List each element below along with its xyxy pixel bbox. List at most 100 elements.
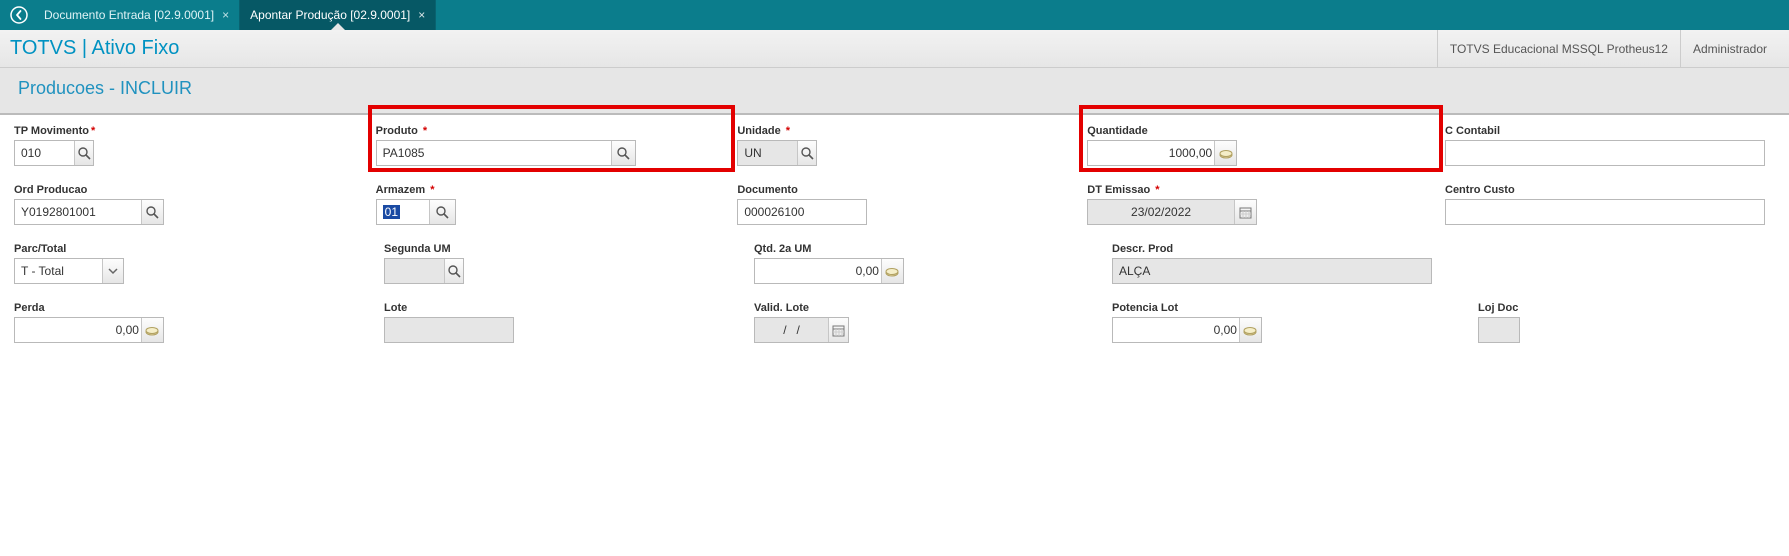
qtd-2a-um-calc-button[interactable] [881, 259, 903, 283]
parc-total-select[interactable] [15, 261, 102, 281]
qtd-2a-um-input-wrap [754, 258, 904, 284]
potencia-lot-input-wrap [1112, 317, 1262, 343]
parc-total-select-wrap [14, 258, 124, 284]
tp-movimento-input[interactable] [15, 143, 74, 163]
tp-movimento-search-button[interactable] [74, 141, 93, 165]
unidade-input-wrap [737, 140, 817, 166]
valid-lote-input-wrap [754, 317, 849, 343]
produto-input-wrap [376, 140, 636, 166]
search-icon [617, 147, 630, 160]
produto-highlight: Produto * [376, 125, 728, 166]
centro-custo-input-wrap [1445, 199, 1765, 225]
unidade-input [738, 143, 797, 163]
segunda-um-search-button[interactable] [444, 259, 463, 283]
label-valid-lote: Valid. Lote [754, 302, 1102, 314]
user-label: Administrador [1680, 30, 1779, 68]
chevron-down-icon [108, 266, 118, 276]
form-row-3: Parc/Total Segunda UM Qtd. 2a UM [14, 243, 1775, 284]
search-icon [448, 265, 461, 278]
tab-documento-entrada[interactable]: Documento Entrada [02.9.0001] × [34, 0, 240, 30]
descr-prod-input-wrap [1112, 258, 1432, 284]
close-icon[interactable]: × [222, 8, 229, 22]
calc-icon [1219, 147, 1233, 159]
label-armazem: Armazem * [376, 184, 728, 196]
tp-movimento-input-wrap [14, 140, 94, 166]
back-icon[interactable] [4, 0, 34, 30]
tab-apontar-producao[interactable]: Apontar Produção [02.9.0001] × [240, 0, 436, 30]
c-contabil-input[interactable] [1446, 143, 1764, 163]
close-icon[interactable]: × [418, 8, 425, 22]
form-row-1: TP Movimento* Produto * Unidade * [14, 125, 1775, 166]
quantidade-calc-button[interactable] [1214, 141, 1236, 165]
label-potencia-lot: Potencia Lot [1112, 302, 1468, 314]
top-tab-bar: Documento Entrada [02.9.0001] × Apontar … [0, 0, 1789, 30]
unidade-search-button[interactable] [797, 141, 816, 165]
search-icon [436, 206, 449, 219]
sub-header-right: TOTVS Educacional MSSQL Protheus12 Admin… [1437, 30, 1779, 68]
perda-input[interactable] [15, 320, 141, 340]
perda-input-wrap [14, 317, 164, 343]
produto-input[interactable] [377, 143, 611, 163]
segunda-um-input-wrap [384, 258, 464, 284]
label-segunda-um: Segunda UM [384, 243, 744, 255]
c-contabil-input-wrap [1445, 140, 1765, 166]
armazem-input-wrap: 01 [376, 199, 456, 225]
label-tp-movimento: TP Movimento* [14, 125, 366, 137]
centro-custo-input[interactable] [1446, 202, 1764, 222]
calc-icon [1243, 324, 1257, 336]
label-ord-producao: Ord Producao [14, 184, 366, 196]
calendar-icon [832, 324, 845, 337]
valid-lote-date-button[interactable] [828, 318, 848, 342]
armazem-input[interactable]: 01 [377, 202, 429, 222]
sub-header: TOTVS | Ativo Fixo TOTVS Educacional MSS… [0, 30, 1789, 68]
label-lote: Lote [384, 302, 744, 314]
dt-emissao-input-wrap [1087, 199, 1257, 225]
search-icon [146, 206, 159, 219]
perda-calc-button[interactable] [141, 318, 163, 342]
label-loj-doc: Loj Doc [1478, 302, 1765, 314]
calc-icon [885, 265, 899, 277]
label-unidade: Unidade * [737, 125, 1077, 137]
ord-producao-input[interactable] [15, 202, 141, 222]
search-icon [78, 147, 91, 160]
parc-total-dropdown-button[interactable] [102, 259, 123, 283]
label-dt-emissao: DT Emissao * [1087, 184, 1435, 196]
form: TP Movimento* Produto * Unidade * [0, 114, 1789, 371]
search-icon [801, 147, 814, 160]
page-title: Producoes - INCLUIR [18, 78, 1771, 99]
tab-label: Apontar Produção [02.9.0001] [250, 8, 410, 22]
label-qtd-2a-um: Qtd. 2a UM [754, 243, 1102, 255]
loj-doc-input-wrap [1478, 317, 1520, 343]
quantidade-input[interactable] [1088, 143, 1214, 163]
potencia-lot-input[interactable] [1113, 320, 1239, 340]
segunda-um-input [385, 261, 444, 281]
lote-input [385, 320, 513, 340]
app-title: TOTVS | Ativo Fixo [10, 37, 179, 60]
potencia-lot-calc-button[interactable] [1239, 318, 1261, 342]
calc-icon [145, 324, 159, 336]
quantidade-input-wrap [1087, 140, 1237, 166]
quantidade-highlight: Quantidade [1087, 125, 1435, 166]
documento-input-wrap [737, 199, 867, 225]
qtd-2a-um-input[interactable] [755, 261, 881, 281]
lote-input-wrap [384, 317, 514, 343]
produto-search-button[interactable] [611, 141, 635, 165]
tab-label: Documento Entrada [02.9.0001] [44, 8, 214, 22]
label-documento: Documento [737, 184, 1077, 196]
ord-producao-input-wrap [14, 199, 164, 225]
environment-label: TOTVS Educacional MSSQL Protheus12 [1437, 30, 1680, 68]
label-produto: Produto * [376, 125, 728, 137]
ord-producao-search-button[interactable] [141, 200, 163, 224]
armazem-search-button[interactable] [429, 200, 455, 224]
label-perda: Perda [14, 302, 374, 314]
descr-prod-input [1113, 261, 1431, 281]
valid-lote-input [755, 320, 828, 340]
calendar-icon [1239, 206, 1252, 219]
label-c-contabil: C Contabil [1445, 125, 1765, 137]
dt-emissao-input [1088, 202, 1234, 222]
loj-doc-input [1479, 320, 1519, 340]
label-quantidade: Quantidade [1087, 125, 1435, 137]
documento-input[interactable] [738, 202, 866, 222]
dt-emissao-date-button[interactable] [1234, 200, 1256, 224]
label-parc-total: Parc/Total [14, 243, 374, 255]
